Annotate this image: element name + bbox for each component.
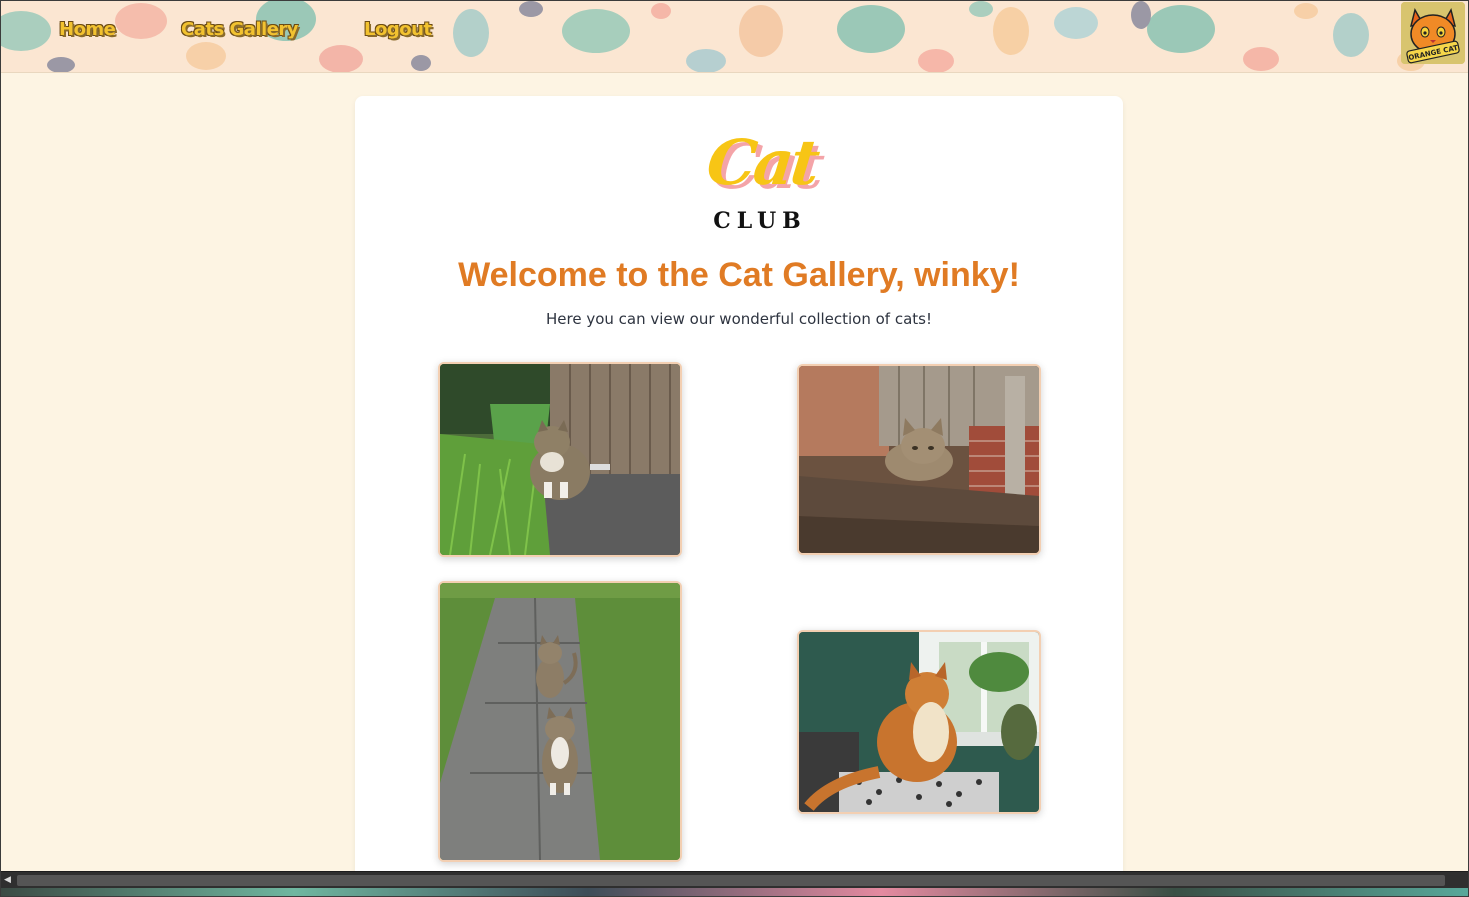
cat-photo-4-image <box>799 632 1039 812</box>
desktop-background-strip <box>1 888 1468 896</box>
orange-cat-logo-icon: ORANGE CAT <box>1401 2 1465 64</box>
cat-photo-1-image <box>440 364 680 555</box>
cat-photo-1[interactable] <box>438 362 682 557</box>
cat-photo-4[interactable] <box>797 630 1041 814</box>
horizontal-scrollbar[interactable]: ◀ <box>1 871 1468 889</box>
nav-logout-link[interactable]: Logout <box>364 19 432 40</box>
nav-home-link[interactable]: Home <box>59 19 116 40</box>
scroll-left-arrow-icon[interactable]: ◀ <box>4 875 14 886</box>
cat-photo-3[interactable] <box>438 581 682 862</box>
cat-photo-2-image <box>799 366 1039 553</box>
cat-photo-2[interactable] <box>797 364 1041 555</box>
logo-club-word: CLUB <box>713 208 807 234</box>
page-title: Welcome to the Cat Gallery, winky! <box>458 256 1020 294</box>
cat-club-logo: Cat CLUB <box>680 126 840 238</box>
site-header: Home Cats Gallery Logout ORANGE CAT <box>1 1 1468 73</box>
page-subtitle: Here you can view our wonderful collecti… <box>545 310 932 328</box>
scrollbar-thumb[interactable] <box>17 875 1445 886</box>
nav-gallery-link[interactable]: Cats Gallery <box>181 19 299 40</box>
cat-photo-3-image <box>440 583 680 860</box>
orange-cat-badge[interactable]: ORANGE CAT <box>1401 2 1465 64</box>
logo-cat-word: Cat <box>703 126 821 199</box>
gallery-card: Cat CLUB Welcome to the Cat Gallery, win… <box>355 96 1123 886</box>
